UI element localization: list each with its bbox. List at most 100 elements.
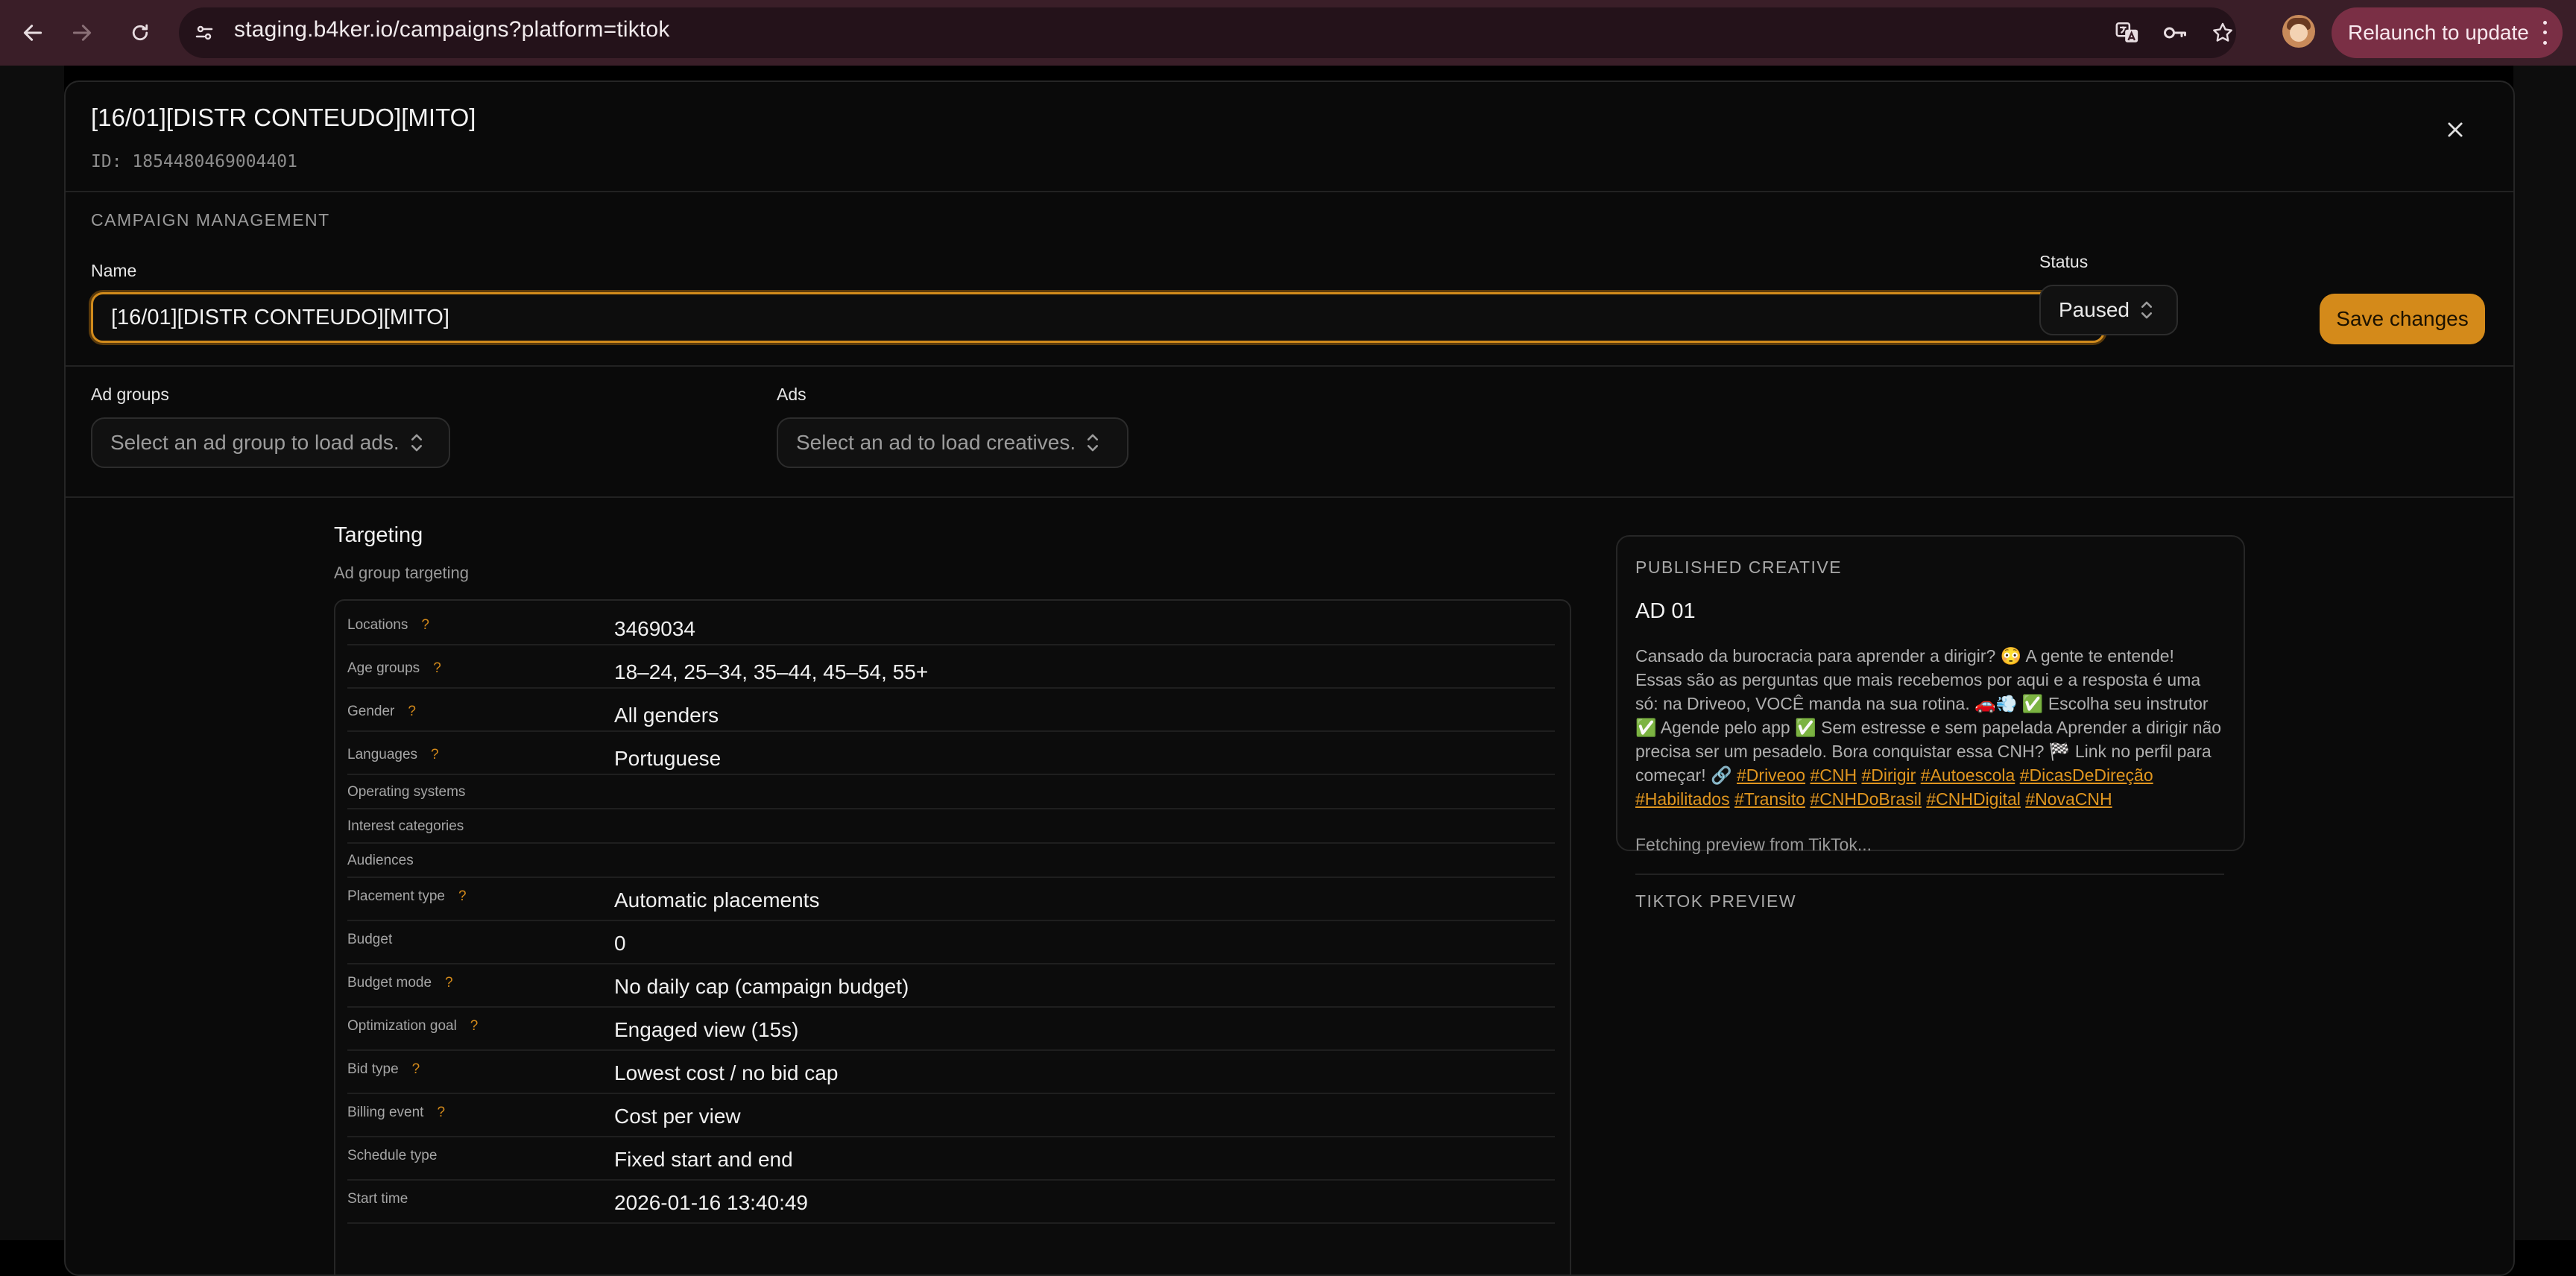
targeting-row-operating-systems: Operating systems [347, 774, 1555, 809]
save-changes-button[interactable]: Save changes [2320, 294, 2485, 344]
profile-avatar[interactable] [2282, 15, 2315, 48]
targeting-label: Gender? [347, 704, 416, 719]
ad-group-select[interactable]: Select an ad group to load ads. [91, 417, 450, 468]
chevron-up-down-icon [410, 433, 423, 452]
targeting-label: Placement type? [347, 888, 467, 904]
targeting-label: Budget [347, 932, 393, 947]
translate-icon[interactable] [2109, 15, 2145, 51]
targeting-label: Schedule type [347, 1148, 438, 1163]
ad-select[interactable]: Select an ad to load creatives. [777, 417, 1128, 468]
targeting-value: Cost per view [614, 1105, 741, 1128]
hashtag-link[interactable]: #Dirigir [1861, 765, 1916, 785]
targeting-row-age-groups: Age groups? 18–24, 25–34, 35–44, 45–54, … [347, 644, 1555, 689]
hashtag-link[interactable]: #NovaCNH [2025, 789, 2112, 809]
campaign-name-input[interactable] [91, 292, 2105, 343]
targeting-value: All genders [614, 704, 719, 727]
targeting-value: 18–24, 25–34, 35–44, 45–54, 55+ [614, 660, 929, 683]
targeting-row-interest-categories: Interest categories [347, 808, 1555, 844]
help-icon[interactable]: ? [408, 704, 416, 719]
relaunch-button[interactable]: Relaunch to update [2332, 7, 2563, 58]
ads-label: Ads [777, 385, 806, 404]
ad-name: AD 01 [1635, 599, 1696, 623]
reload-icon [132, 24, 148, 41]
selectors-divider [66, 496, 2513, 498]
targeting-title: Targeting [334, 523, 423, 547]
targeting-value: Engaged view (15s) [614, 1018, 799, 1041]
password-key-icon[interactable] [2157, 15, 2193, 51]
targeting-label: Bid type? [347, 1061, 420, 1077]
targeting-row-billing-event: Billing event? Cost per view [347, 1093, 1555, 1137]
targeting-subtitle: Ad group targeting [334, 563, 470, 582]
targeting-row-schedule-type: Schedule type Fixed start and end [347, 1136, 1555, 1181]
caption-text: Cansado da burocracia para aprender a di… [1635, 646, 2222, 785]
targeting-row-optimization-goal: Optimization goal? Engaged view (15s) [347, 1006, 1555, 1051]
close-button[interactable] [2440, 115, 2470, 145]
more-menu-icon[interactable] [2537, 18, 2552, 48]
tiktok-preview-label: TIKTOK PREVIEW [1635, 891, 1797, 911]
page-backdrop-left [0, 66, 64, 1240]
help-icon[interactable]: ? [458, 888, 467, 904]
chevron-up-down-icon [1086, 433, 1099, 452]
modal-title: [16/01][DISTR CONTEUDO][MITO] [91, 104, 476, 131]
targeting-row-gender: Gender? All genders [347, 687, 1555, 732]
help-icon[interactable]: ? [412, 1061, 420, 1077]
fetching-preview-text: Fetching preview from TikTok... [1635, 835, 1872, 854]
hashtag-link[interactable]: #Autoescola [1921, 765, 2015, 785]
section-label-campaign-management: CAMPAIGN MANAGEMENT [91, 210, 330, 230]
targeting-label: Audiences [347, 853, 414, 868]
targeting-table: Locations? 3469034 Age groups? 18–24, 25… [334, 599, 1571, 1275]
help-icon[interactable]: ? [445, 975, 453, 991]
published-creative-label: PUBLISHED CREATIVE [1635, 558, 1843, 577]
page-backdrop-right [2513, 66, 2576, 1240]
targeting-row-start-time: Start time 2026-01-16 13:40:49 [347, 1179, 1555, 1224]
targeting-label: Locations? [347, 617, 429, 633]
targeting-value: 2026-01-16 13:40:49 [614, 1191, 808, 1214]
bookmark-star-icon[interactable] [2205, 15, 2241, 51]
back-arrow-icon [23, 25, 42, 41]
relaunch-label: Relaunch to update [2348, 21, 2529, 44]
targeting-label: Interest categories [347, 818, 464, 834]
targeting-value: 3469034 [614, 617, 696, 640]
site-settings-icon[interactable] [186, 15, 222, 51]
targeting-row-budget-mode: Budget mode? No daily cap (campaign budg… [347, 963, 1555, 1008]
help-icon[interactable]: ? [437, 1105, 445, 1120]
targeting-row-languages: Languages? Portuguese [347, 730, 1555, 775]
targeting-row-audiences: Audiences [347, 842, 1555, 878]
hashtag-link[interactable]: #CNHDigital [1926, 789, 2021, 809]
hashtag-link[interactable]: #DicasDeDireção [2020, 765, 2153, 785]
forward-button[interactable] [61, 12, 103, 54]
targeting-label: Operating systems [347, 784, 466, 800]
targeting-value: Lowest cost / no bid cap [614, 1061, 839, 1084]
hashtag-link[interactable]: #CNHDoBrasil [1810, 789, 1922, 809]
targeting-value: Portuguese [614, 747, 722, 770]
ad-placeholder: Select an ad to load creatives. [796, 431, 1076, 454]
form-divider [66, 365, 2513, 367]
ad-group-placeholder: Select an ad group to load ads. [110, 431, 400, 454]
close-icon [2448, 122, 2463, 137]
help-icon[interactable]: ? [431, 747, 439, 762]
targeting-label: Languages? [347, 747, 439, 762]
campaign-id: ID: 1854480469004401 [91, 152, 297, 171]
targeting-row-locations: Locations? 3469034 [347, 601, 1555, 645]
targeting-value: No daily cap (campaign budget) [614, 975, 909, 998]
hashtag-link[interactable]: #Habilitados [1635, 789, 1730, 809]
targeting-label: Billing event? [347, 1105, 446, 1120]
ad-groups-label: Ad groups [91, 385, 169, 404]
card-divider [1635, 874, 2224, 875]
published-creative-card: PUBLISHED CREATIVE AD 01 Cansado da buro… [1616, 535, 2245, 911]
url-text[interactable]: staging.b4ker.io/campaigns?platform=tikt… [234, 15, 670, 45]
hashtag-link[interactable]: #CNH [1810, 765, 1857, 785]
help-icon[interactable]: ? [470, 1018, 479, 1034]
status-select[interactable]: Paused [2039, 285, 2178, 335]
back-button[interactable] [12, 12, 54, 54]
campaign-modal: [16/01][DISTR CONTEUDO][MITO] ID: 185448… [64, 80, 2515, 1276]
header-divider [66, 191, 2513, 192]
help-icon[interactable]: ? [433, 660, 441, 676]
reload-button[interactable] [119, 12, 161, 54]
hashtag-link[interactable]: #Transito [1734, 789, 1805, 809]
help-icon[interactable]: ? [421, 617, 429, 633]
hashtag-link[interactable]: #Driveoo [1737, 765, 1805, 785]
status-value: Paused [2059, 298, 2130, 321]
targeting-row-budget: Budget 0 [347, 920, 1555, 964]
status-label: Status [2039, 252, 2089, 271]
